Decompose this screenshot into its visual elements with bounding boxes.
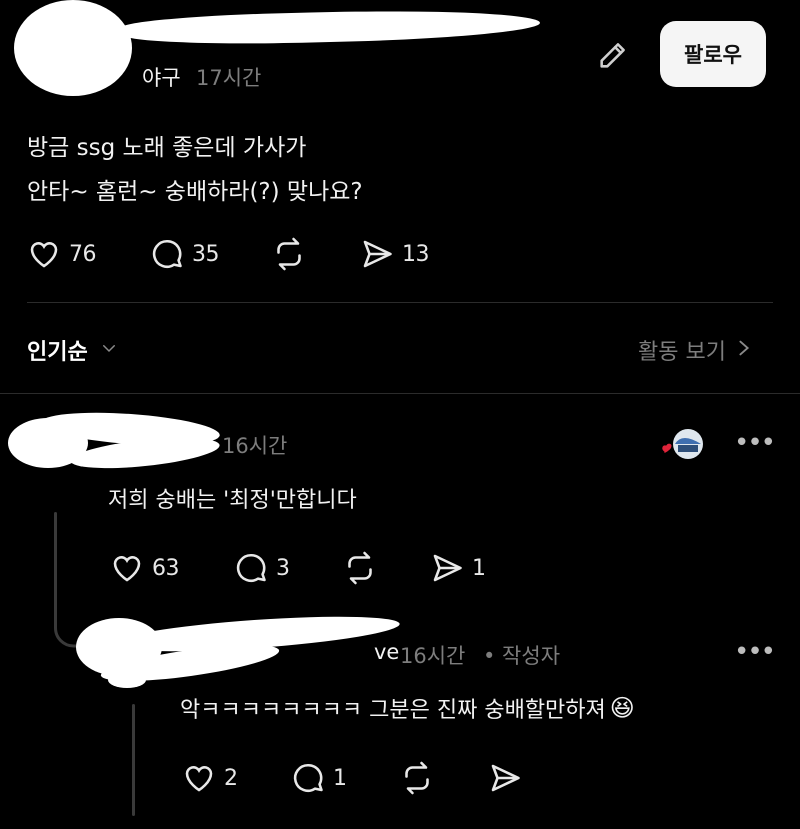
follow-button[interactable]: 팔로우 (660, 21, 766, 87)
comment-button[interactable]: 1 (289, 760, 347, 796)
comment-count: 3 (276, 555, 290, 581)
redacted-username (108, 672, 146, 688)
post-category[interactable]: 야구 (142, 62, 181, 92)
author-liked-badge (660, 428, 706, 468)
comment-count: 1 (333, 765, 347, 791)
sort-dropdown[interactable]: 인기순 (27, 334, 120, 366)
heart-icon (108, 550, 146, 586)
comment-count: 35 (192, 241, 220, 267)
repost-button[interactable] (341, 550, 379, 586)
thread-line (132, 704, 135, 816)
like-count: 2 (224, 765, 238, 791)
like-count: 63 (152, 555, 180, 581)
divider (0, 393, 800, 394)
like-button[interactable]: 2 (180, 760, 238, 796)
comment-text: 저희 숭배는 '최정'만합니다 (108, 488, 357, 513)
post-text-line-1: 방금 ssg 노래 좋은데 가사가 (27, 135, 307, 161)
share-button[interactable]: 1 (428, 550, 486, 586)
like-count: 76 (69, 241, 97, 267)
repost-icon (398, 760, 436, 796)
share-count: 13 (402, 241, 430, 267)
reply-name-suffix: ve (374, 640, 400, 664)
repost-icon (270, 236, 308, 272)
thread-line (54, 512, 57, 626)
like-button[interactable]: 76 (25, 236, 97, 272)
comment-icon (232, 550, 270, 586)
divider (27, 302, 773, 303)
author-tag: • 작성자 (483, 644, 561, 668)
sort-label: 인기순 (27, 340, 88, 365)
reply-text-body: 악ㅋㅋㅋㅋㅋㅋㅋㅋ 그분은 진짜 숭배할만하져 (180, 698, 606, 723)
send-icon (358, 236, 396, 272)
chevron-right-icon (736, 337, 752, 363)
repost-button[interactable] (270, 236, 308, 272)
share-button[interactable]: 13 (358, 236, 430, 272)
comment-time: 16시간 (222, 434, 288, 458)
heart-icon (180, 760, 218, 796)
comment-button[interactable]: 3 (232, 550, 290, 586)
chevron-down-icon (98, 339, 120, 361)
send-icon (428, 550, 466, 586)
repost-icon (341, 550, 379, 586)
repost-button[interactable] (398, 760, 436, 796)
comment-icon (148, 236, 186, 272)
more-icon[interactable]: ••• (734, 639, 776, 665)
post-text-line-2: 안타~ 홈런~ 숭배하라(?) 맞나요? (27, 179, 363, 205)
activity-label: 활동 보기 (638, 340, 726, 365)
reply-time: 16시간 (400, 644, 466, 668)
reply-text: 악ㅋㅋㅋㅋㅋㅋㅋㅋ 그분은 진짜 숭배할만하져 😆 (180, 692, 635, 724)
share-button[interactable] (486, 760, 524, 796)
comment-button[interactable]: 35 (148, 236, 220, 272)
share-count: 1 (472, 555, 486, 581)
comment-icon (289, 760, 327, 796)
activity-link[interactable]: 활동 보기 (638, 334, 752, 366)
heart-icon (25, 236, 63, 272)
redacted-avatar (14, 0, 132, 96)
grinning-squint-emoji: 😆 (609, 694, 635, 722)
send-icon (486, 760, 524, 796)
redacted-username (119, 6, 541, 48)
like-button[interactable]: 63 (108, 550, 180, 586)
more-icon[interactable]: ••• (734, 430, 776, 456)
pencil-icon[interactable] (596, 38, 630, 76)
post-time: 17시간 (196, 66, 262, 90)
